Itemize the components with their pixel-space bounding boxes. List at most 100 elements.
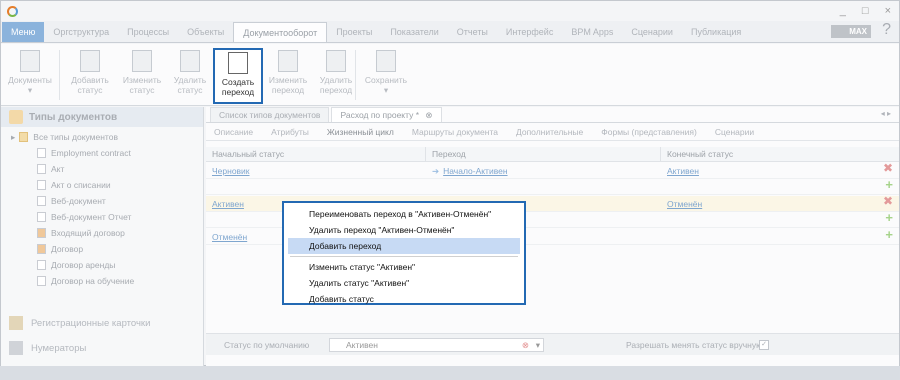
subtab-scenarios[interactable]: Сценарии xyxy=(715,127,754,137)
tab-scroll-icon[interactable]: ◂ ▸ xyxy=(881,109,891,118)
tree-item[interactable]: Договор аренды xyxy=(1,257,203,273)
registration-cards-icon xyxy=(9,316,23,330)
end-status-cell[interactable]: Активен xyxy=(661,163,899,178)
registration-cards-section[interactable]: Регистрационные карточки xyxy=(1,312,203,334)
tab-document-flow[interactable]: Документооборот xyxy=(233,22,328,42)
maximize-button[interactable]: □ xyxy=(862,5,869,17)
chevron-down-icon[interactable]: ▾ xyxy=(536,339,540,351)
minimize-button[interactable]: _ xyxy=(840,5,846,17)
documents-button[interactable]: Документы ▾ xyxy=(7,48,53,104)
subtab-routes[interactable]: Маршруты документа xyxy=(412,127,498,137)
subtab-lifecycle[interactable]: Жизненный цикл xyxy=(327,127,394,137)
delete-row-icon[interactable]: ✖ xyxy=(883,194,893,208)
menu-item-delete-transition[interactable]: Удалить переход "Активен-Отменён" xyxy=(284,222,524,238)
default-status-value: Активен xyxy=(346,340,378,350)
tree-item[interactable]: Веб-документ Отчет xyxy=(1,209,203,225)
save-arrow: ▾ xyxy=(383,85,389,95)
add-row-icon[interactable]: + xyxy=(885,177,893,192)
tree-item-label: Входящий договор xyxy=(51,228,125,238)
edit-transition-button[interactable]: Изменить переход xyxy=(265,48,311,104)
menu-item-edit-status[interactable]: Изменить статус "Активен" xyxy=(284,259,524,275)
edit-status-button[interactable]: Изменить статус xyxy=(119,48,165,104)
delete-transition-icon xyxy=(326,50,346,72)
menu-item-add-status[interactable]: Добавить статус xyxy=(284,291,524,307)
tab-reports[interactable]: Отчеты xyxy=(448,22,497,42)
tab-interface[interactable]: Интерфейс xyxy=(497,22,562,42)
add-row-icon[interactable]: + xyxy=(885,210,893,225)
tab-orgstructure[interactable]: Оргструктура xyxy=(44,22,118,42)
tree-item[interactable]: Акт о списании xyxy=(1,177,203,193)
tab-scenarios[interactable]: Сценарии xyxy=(622,22,682,42)
ribbon-separator xyxy=(59,50,60,100)
column-end-status[interactable]: Конечный статус xyxy=(661,147,899,161)
subtab-forms[interactable]: Формы (представления) xyxy=(601,127,697,137)
subtab-additional[interactable]: Дополнительные xyxy=(516,127,583,137)
edit-status-label-1: Изменить xyxy=(122,75,162,85)
end-status-cell[interactable]: Отменён xyxy=(661,196,899,211)
default-status-label: Статус по умолчанию xyxy=(224,339,310,350)
tab-project-expense-label: Расход по проекту * xyxy=(340,110,420,120)
document-types-title: Типы документов xyxy=(29,111,118,123)
document-icon xyxy=(37,180,46,190)
tab-objects[interactable]: Объекты xyxy=(178,22,233,42)
save-button[interactable]: Сохранить ▾ xyxy=(361,48,411,104)
tab-project-expense[interactable]: Расход по проекту * ⊗ xyxy=(331,107,442,122)
tree-item[interactable]: Договор xyxy=(1,241,203,257)
menu-item-add-transition[interactable]: Добавить переход xyxy=(288,238,520,254)
allow-change-checkbox[interactable]: ✓ xyxy=(759,339,769,350)
column-transition[interactable]: Переход xyxy=(426,147,661,161)
delete-row-icon[interactable]: ✖ xyxy=(883,161,893,175)
transition-cell[interactable]: ➔ Начало-Активен xyxy=(426,163,661,178)
menu-item-rename-transition[interactable]: Переименовать переход в "Активен-Отменён… xyxy=(284,206,524,222)
document-tabs: Список типов документов Расход по проект… xyxy=(206,107,899,123)
tab-indicators[interactable]: Показатели xyxy=(381,22,447,42)
close-tab-icon[interactable]: ⊗ xyxy=(425,110,432,120)
numerators-section[interactable]: Нумераторы xyxy=(1,337,203,359)
tree-root[interactable]: ▸ Все типы документов xyxy=(1,129,203,145)
tree-item[interactable]: Входящий договор xyxy=(1,225,203,241)
edit-transition-label-2: переход xyxy=(271,85,305,95)
tree-item[interactable]: Веб-документ xyxy=(1,193,203,209)
edit-document-icon xyxy=(132,50,152,72)
default-status-select[interactable]: Активен ⊗ ▾ xyxy=(329,338,544,352)
tab-projects[interactable]: Проекты xyxy=(327,22,381,42)
documents-icon xyxy=(20,50,40,72)
help-icon[interactable]: ? xyxy=(882,21,891,39)
lifecycle-grid-header: Начальный статус Переход Конечный статус xyxy=(206,147,899,162)
tab-document-types-list[interactable]: Список типов документов xyxy=(210,107,330,122)
tree-item[interactable]: Employment contract xyxy=(1,145,203,161)
create-transition-button[interactable]: Создать переход xyxy=(213,48,263,104)
web-document-icon xyxy=(37,196,46,206)
editor-subtabs: Описание Атрибуты Жизненный цикл Маршрут… xyxy=(206,123,899,141)
delete-transition-button[interactable]: Удалить переход xyxy=(313,48,359,104)
tab-bpm-apps[interactable]: BPM Apps xyxy=(562,22,622,42)
subtab-description[interactable]: Описание xyxy=(214,127,253,137)
tree-item[interactable]: Акт xyxy=(1,161,203,177)
add-row-icon[interactable]: + xyxy=(885,227,893,242)
ribbon-toolbar: Документы ▾ Добавить статус Изменить ста… xyxy=(1,44,899,106)
table-row[interactable]: Черновик ➔ Начало-Активен Активен ✖ xyxy=(206,161,899,179)
add-status-button[interactable]: Добавить статус xyxy=(67,48,113,104)
tree-item[interactable]: Договор на обучение xyxy=(1,273,203,289)
edit-transition-icon xyxy=(278,50,298,72)
document-types-icon xyxy=(9,110,23,124)
delete-status-button[interactable]: Удалить статус xyxy=(167,48,213,104)
tree-item-label: Акт xyxy=(51,164,65,174)
tab-processes[interactable]: Процессы xyxy=(118,22,178,42)
transition-link[interactable]: Начало-Активен xyxy=(443,166,507,176)
ribbon-separator xyxy=(355,50,356,100)
document-icon xyxy=(37,148,46,158)
clear-icon[interactable]: ⊗ xyxy=(522,339,529,351)
tab-menu[interactable]: Меню xyxy=(2,22,45,42)
document-types-header[interactable]: Типы документов xyxy=(1,107,203,127)
end-status-cell[interactable] xyxy=(661,229,899,244)
menu-divider xyxy=(290,256,518,257)
menu-item-delete-status[interactable]: Удалить статус "Активен" xyxy=(284,275,524,291)
subtab-attributes[interactable]: Атрибуты xyxy=(271,127,309,137)
column-start-status[interactable]: Начальный статус xyxy=(206,147,426,161)
close-button[interactable]: × xyxy=(885,5,891,17)
start-status-cell[interactable]: Черновик xyxy=(206,163,426,178)
app-window: _ □ × Меню Оргструктура Процессы Объекты… xyxy=(0,0,900,367)
expand-icon[interactable]: ▸ xyxy=(11,132,15,143)
tab-publication[interactable]: Публикация xyxy=(682,22,750,42)
